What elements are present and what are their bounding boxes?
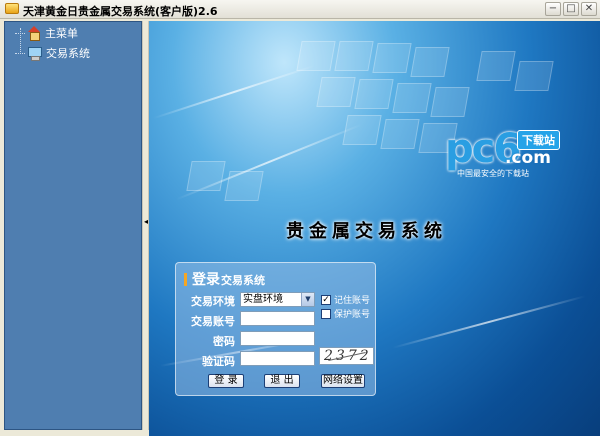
tree-connector [15,52,25,54]
collapse-arrow-icon[interactable]: ◂ [144,217,148,227]
close-button[interactable]: ✕ [581,2,597,16]
environment-select[interactable]: 实盘环境 ▼ [240,292,315,307]
network-settings-button[interactable]: 网络设置 [321,374,365,388]
protect-account-option[interactable]: 保护账号 [321,307,370,320]
computer-icon [27,46,42,61]
chevron-down-icon[interactable]: ▼ [301,293,314,306]
tree-item-trading-system[interactable]: 交易系统 [15,45,90,61]
captcha-input[interactable] [240,351,315,366]
protect-checkbox[interactable] [321,308,331,319]
background-tile [296,41,336,71]
home-icon [27,26,41,41]
app-icon [5,3,19,14]
exit-button[interactable]: 退 出 [264,374,300,388]
env-label: 交易环境 [191,295,235,308]
window-title: 天津黄金日贵金属交易系统(客户版)2.6 [23,5,218,18]
tree-connector [15,32,25,34]
panel-splitter[interactable]: ◂ [142,21,149,430]
navigation-tree: 主菜单 交易系统 [4,21,142,430]
login-button[interactable]: 登 录 [208,374,244,388]
login-title: 登录 [192,272,220,288]
background-tile [410,47,450,77]
tree-item-label: 交易系统 [46,47,90,60]
light-streak [392,295,586,349]
password-label: 密码 [213,335,235,348]
accent-bar [184,272,187,286]
protect-label: 保护账号 [334,310,371,320]
background-tile [372,43,412,73]
captcha-label: 验证码 [202,355,235,368]
password-input[interactable] [240,331,315,346]
background-tile [392,83,432,113]
background-tile [514,61,554,91]
environment-select-value: 实盘环境 [243,294,283,305]
remember-label: 记住账号 [334,296,371,306]
background-tile [354,79,394,109]
window-controls: − □ ✕ [545,2,597,16]
login-subtitle: 交易系统 [221,274,265,287]
system-title: 贵金属交易系统 [286,221,447,242]
maximize-button[interactable]: □ [563,2,579,16]
light-streak [152,64,316,120]
remember-checkbox[interactable]: ✓ [321,294,331,305]
title-bar: 天津黄金日贵金属交易系统(客户版)2.6 − □ ✕ [0,0,600,19]
logo-dotcom: .com [505,148,551,168]
background-tile [430,87,470,117]
remember-account-option[interactable]: ✓ 记住账号 [321,293,370,306]
account-input[interactable] [240,311,315,326]
captcha-image[interactable]: 2372 [319,347,374,365]
minimize-button[interactable]: − [545,2,561,16]
background-tile [316,77,356,107]
background-tile [380,119,420,149]
background-tile [476,51,516,81]
tree-item-label: 主菜单 [45,27,78,40]
account-label: 交易账号 [191,315,235,328]
background-tile [334,41,374,71]
login-panel: 登录 交易系统 交易环境 实盘环境 ▼ 交易账号 密码 验证码 ✓ 记住账号 保… [175,262,376,396]
logo-tagline: 中国最安全的下载站 [457,169,529,178]
login-header: 登录 交易系统 [184,269,265,289]
tree-item-main-menu[interactable]: 主菜单 [15,25,78,41]
logo-badge: 下载站 [517,130,560,150]
pc6-logo: pc6 下载站 .com 中国最安全的下载站 [445,126,575,186]
